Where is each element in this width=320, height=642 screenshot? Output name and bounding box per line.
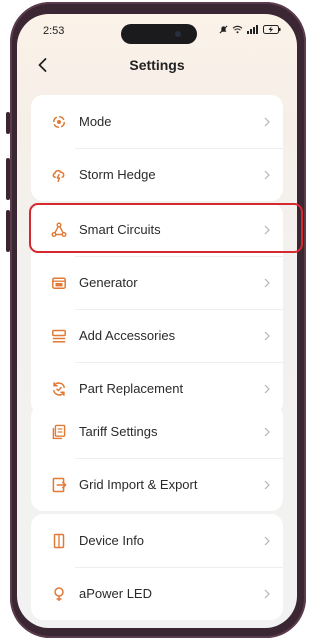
mute-bell-icon <box>219 25 228 34</box>
settings-item-storm-hedge[interactable]: Storm Hedge <box>31 148 283 201</box>
chevron-right-icon <box>264 384 270 393</box>
settings-group-3: Tariff Settings Grid Import & Export <box>31 405 283 511</box>
settings-item-device-info[interactable]: Device Info <box>31 514 283 567</box>
chevron-right-icon <box>264 278 270 287</box>
storm-icon <box>52 169 65 182</box>
chevron-right-icon <box>264 331 270 340</box>
settings-item-generator[interactable]: Generator <box>31 256 283 309</box>
page-title: Settings <box>129 57 185 73</box>
chevron-right-icon <box>264 536 270 545</box>
accessories-icon <box>52 329 66 343</box>
settings-item-label: aPower LED <box>79 586 152 601</box>
chevron-right-icon <box>264 480 270 489</box>
settings-item-label: Storm Hedge <box>79 167 156 182</box>
top-nav: Settings <box>17 50 297 84</box>
settings-item-tariff-settings[interactable]: Tariff Settings <box>31 405 283 458</box>
battery-charging-icon <box>263 25 281 34</box>
settings-item-label: Add Accessories <box>79 328 176 343</box>
tariff-icon <box>52 424 66 439</box>
mode-icon <box>52 115 66 128</box>
highlight-box <box>29 203 303 253</box>
status-icons <box>219 25 281 34</box>
chevron-right-icon <box>264 427 270 436</box>
settings-item-label: Grid Import & Export <box>79 477 198 492</box>
phone-screen: 2:53 Settings Mode Storm Hedge Smart Cir… <box>17 14 297 628</box>
grid-icon <box>52 477 67 492</box>
generator-icon <box>52 276 66 289</box>
wifi-icon <box>232 25 243 34</box>
settings-item-label: Tariff Settings <box>79 424 158 439</box>
chevron-right-icon <box>264 589 270 598</box>
chevron-right-icon <box>264 170 270 179</box>
led-icon <box>54 586 64 601</box>
part-replacement-icon <box>53 381 65 396</box>
device-info-icon <box>53 533 65 548</box>
settings-group-4: Device Info aPower LED <box>31 514 283 620</box>
front-camera <box>175 31 181 37</box>
settings-group-1: Mode Storm Hedge <box>31 95 283 201</box>
cellular-signal-icon <box>247 25 258 34</box>
dynamic-island <box>121 24 197 44</box>
status-time: 2:53 <box>43 25 65 37</box>
status-bar: 2:53 <box>17 14 297 48</box>
settings-item-mode[interactable]: Mode <box>31 95 283 148</box>
settings-item-label: Part Replacement <box>79 381 184 396</box>
settings-item-add-accessories[interactable]: Add Accessories <box>31 309 283 362</box>
settings-item-label: Generator <box>79 275 138 290</box>
chevron-right-icon <box>264 117 270 126</box>
settings-item-grid-import-export[interactable]: Grid Import & Export <box>31 458 283 511</box>
settings-item-label: Device Info <box>79 533 145 548</box>
settings-item-apower-led[interactable]: aPower LED <box>31 567 283 620</box>
settings-item-label: Mode <box>79 114 112 129</box>
